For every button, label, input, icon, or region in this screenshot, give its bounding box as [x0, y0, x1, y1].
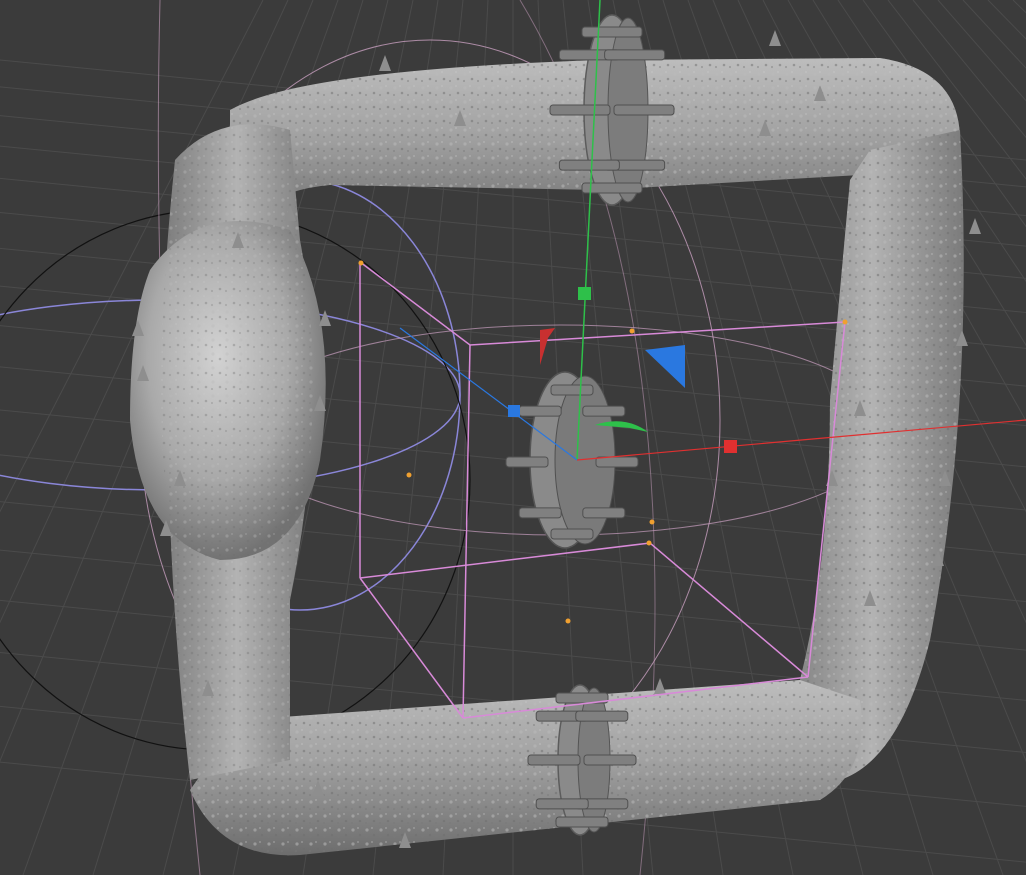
bolt — [613, 104, 675, 116]
control-point[interactable] — [842, 319, 848, 325]
control-point[interactable] — [565, 618, 571, 624]
control-point[interactable] — [406, 472, 412, 478]
viewport-canvas[interactable] — [0, 0, 1026, 875]
bolt — [583, 754, 637, 766]
bolt — [550, 528, 594, 540]
gizmo-y-handle[interactable] — [578, 287, 591, 300]
bolt — [550, 384, 594, 396]
bolt — [527, 754, 581, 766]
3d-viewport[interactable] — [0, 0, 1026, 875]
bolt — [535, 798, 589, 810]
bolt — [549, 104, 611, 116]
bolt — [575, 710, 629, 722]
control-point[interactable] — [649, 519, 655, 525]
bolt — [582, 405, 626, 417]
bolt — [555, 816, 609, 828]
bolt — [518, 507, 562, 519]
bolt — [582, 507, 626, 519]
bolt — [604, 49, 666, 61]
control-point[interactable] — [358, 260, 364, 266]
control-point[interactable] — [629, 328, 635, 334]
gizmo-x-handle[interactable] — [724, 440, 737, 453]
bolt — [581, 26, 643, 38]
gizmo-z-handle[interactable] — [508, 405, 520, 417]
control-point[interactable] — [646, 540, 652, 546]
bolt — [518, 405, 562, 417]
bolt — [595, 456, 639, 468]
bolt — [505, 456, 549, 468]
bolt — [558, 159, 620, 171]
